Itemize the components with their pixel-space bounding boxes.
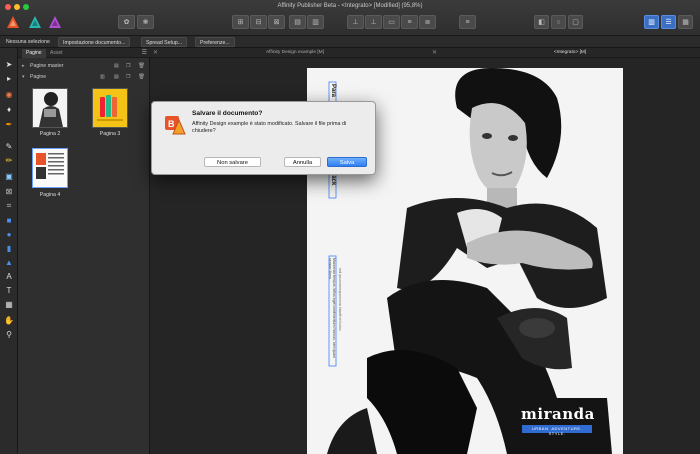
page-thumbnail[interactable] xyxy=(32,148,68,188)
window-title: Affinity Publisher Beta - <Integrato> [M… xyxy=(277,3,423,9)
preferences-button[interactable]: Preferenze... xyxy=(195,37,235,47)
add-page-icon[interactable]: ▤ xyxy=(114,73,119,82)
delete-page-icon[interactable]: 🗑 xyxy=(138,73,145,82)
close-tab-icon[interactable]: ✕ xyxy=(153,49,158,56)
save-button[interactable]: Salva xyxy=(327,157,367,167)
tab-integrato[interactable]: <Integrato> [M] xyxy=(440,48,700,58)
document-tabs: ✕ Affinity Design example [M] ✕ <Integra… xyxy=(150,48,700,58)
title-bar: Affinity Publisher Beta - <Integrato> [M… xyxy=(0,0,700,36)
photo-persona-icon[interactable] xyxy=(48,15,62,29)
panel-menu-icon[interactable]: ☰ xyxy=(142,49,147,56)
spread-setup-button[interactable]: Spread Setup... xyxy=(141,37,188,47)
table-tool-icon[interactable]: ▦ xyxy=(3,298,15,310)
frame-icon[interactable]: ▭ xyxy=(383,15,400,29)
hand-tool-icon[interactable]: ✋ xyxy=(3,314,15,326)
rectangle-tool-icon[interactable]: ■ xyxy=(3,214,15,226)
page-2-preview xyxy=(33,89,67,127)
brand-logo-text: miranda xyxy=(521,405,595,423)
artistic-text-tool-icon[interactable]: ▸ xyxy=(3,72,15,84)
publisher-app-icon: B xyxy=(165,116,186,135)
pages-label: Pagine xyxy=(30,74,47,80)
fill-tool-icon[interactable]: ♦ xyxy=(3,103,15,115)
page-label: Pagina 3 xyxy=(99,131,121,137)
text-wrap-icon[interactable]: ≣ xyxy=(419,15,436,29)
text-tool-icon[interactable]: A xyxy=(3,270,15,282)
tab-pages[interactable]: Pagine xyxy=(22,49,46,58)
tab-assets[interactable]: Asset xyxy=(46,49,67,58)
dont-save-button[interactable]: Non salvare xyxy=(204,157,261,167)
page-label: Pagina 4 xyxy=(39,192,61,198)
svg-text:B: B xyxy=(168,119,175,129)
master-pages-label: Pagine master xyxy=(30,63,64,69)
triangle-tool-icon[interactable]: ▲ xyxy=(3,256,15,268)
view-mode-1-icon[interactable]: ▥ xyxy=(644,15,659,29)
boolean-add-icon[interactable]: ◧ xyxy=(534,15,549,29)
page-4-preview xyxy=(33,149,67,187)
move-back-icon[interactable]: ▥ xyxy=(307,15,324,29)
pages-row[interactable]: ▾ Pagine ▥ ▤ ❐ 🗑 xyxy=(18,73,150,82)
page-label: Pagina 2 xyxy=(39,131,61,137)
move-tool-icon[interactable]: ➤ xyxy=(3,58,15,70)
preflight-icon[interactable]: ✿ xyxy=(118,15,135,29)
close-tab-icon[interactable]: ✕ xyxy=(432,49,437,56)
studio-icon[interactable]: ❀ xyxy=(137,15,154,29)
frame-text-tool-icon[interactable]: T xyxy=(3,284,15,296)
distribute-icon[interactable]: ⊠ xyxy=(268,15,285,29)
align-icon[interactable]: ⊟ xyxy=(250,15,267,29)
page-3-preview xyxy=(93,89,127,127)
snap-icon[interactable]: ⊞ xyxy=(232,15,249,29)
node-tool-icon[interactable]: ✎ xyxy=(3,140,15,152)
cancel-button[interactable]: Annulla xyxy=(284,157,321,167)
boolean-subtract-icon[interactable]: ○ xyxy=(551,15,566,29)
rounded-rect-tool-icon[interactable]: ▮ xyxy=(3,242,15,254)
move-forward-icon[interactable]: ▤ xyxy=(289,15,306,29)
disclosure-closed-icon[interactable]: ▸ xyxy=(22,62,25,71)
context-toolbar: Nessuna selezione Impostazione documento… xyxy=(0,36,700,48)
tools-panel: ➤ ▸ ◉ ♦ ✒ ✎ ✏ ▣ ⊠ ⌗ ■ ● ▮ ▲ A T ▦ ✋ ⚲ xyxy=(0,48,18,454)
page-layout-icon[interactable]: ▥ xyxy=(100,73,105,82)
disclosure-open-icon[interactable]: ▾ xyxy=(22,73,25,82)
delete-master-icon[interactable]: 🗑 xyxy=(138,62,145,71)
tagline-text: URBAN. ADVENTURE. STYLE. xyxy=(531,426,583,436)
view-mode-2-icon[interactable]: ☰ xyxy=(661,15,676,29)
guides-icon[interactable]: ⊥ xyxy=(365,15,382,29)
view-mode-3-icon[interactable]: ▦ xyxy=(678,15,693,29)
crop-tool-icon[interactable]: ⌗ xyxy=(3,200,15,212)
master-pages-row[interactable]: ▸ Pagine master ▤ ❐ 🗑 xyxy=(18,62,150,71)
duplicate-master-icon[interactable]: ❐ xyxy=(126,62,131,71)
page-thumbnail[interactable] xyxy=(32,88,68,128)
boolean-intersect-icon[interactable]: ▢ xyxy=(568,15,583,29)
frame-text[interactable]: sed ipsum nam quam nunc blandit vel luct… xyxy=(337,268,342,368)
page-thumbnail[interactable] xyxy=(92,88,128,128)
pencil-tool-icon[interactable]: ✏ xyxy=(3,154,15,166)
no-selection-label: Nessuna selezione xyxy=(2,37,54,47)
publisher-persona-icon[interactable] xyxy=(6,15,20,29)
pen-tool-icon[interactable]: ✒ xyxy=(3,118,15,130)
color-picker-icon[interactable]: ◉ xyxy=(3,88,15,100)
designer-persona-icon[interactable] xyxy=(28,15,42,29)
add-master-icon[interactable]: ▤ xyxy=(114,62,119,71)
ruler-icon[interactable]: ⊥ xyxy=(347,15,364,29)
dialog-title: Salvare il documento? xyxy=(192,110,263,117)
panel-tabs: Pagine Asset ☰ xyxy=(18,48,150,58)
image-tool-icon[interactable]: ⊠ xyxy=(3,185,15,197)
ellipse-tool-icon[interactable]: ● xyxy=(3,228,15,240)
text-align-icon[interactable]: ≡ xyxy=(459,15,476,29)
pages-panel: Pagine Asset ☰ ▸ Pagine master ▤ ❐ 🗑 ▾ P… xyxy=(18,48,150,454)
picture-frame-icon[interactable]: ▣ xyxy=(3,170,15,182)
tab-affinity-design-example[interactable]: Affinity Design example [M] xyxy=(160,48,430,58)
duplicate-page-icon[interactable]: ❐ xyxy=(126,73,131,82)
save-dialog: B Salvare il documento? Affinity Design … xyxy=(151,101,376,175)
zoom-tool-icon[interactable]: ⚲ xyxy=(3,328,15,340)
frame-text[interactable]: Para xyxy=(329,84,336,97)
dialog-message: Affinity Design example è stato modifica… xyxy=(192,121,347,135)
baseline-icon[interactable]: ≡ xyxy=(401,15,418,29)
document-setup-button[interactable]: Impostazione documento... xyxy=(58,37,131,47)
frame-text[interactable]: Maecenas tempus, tellus eget condimentum… xyxy=(329,258,336,364)
